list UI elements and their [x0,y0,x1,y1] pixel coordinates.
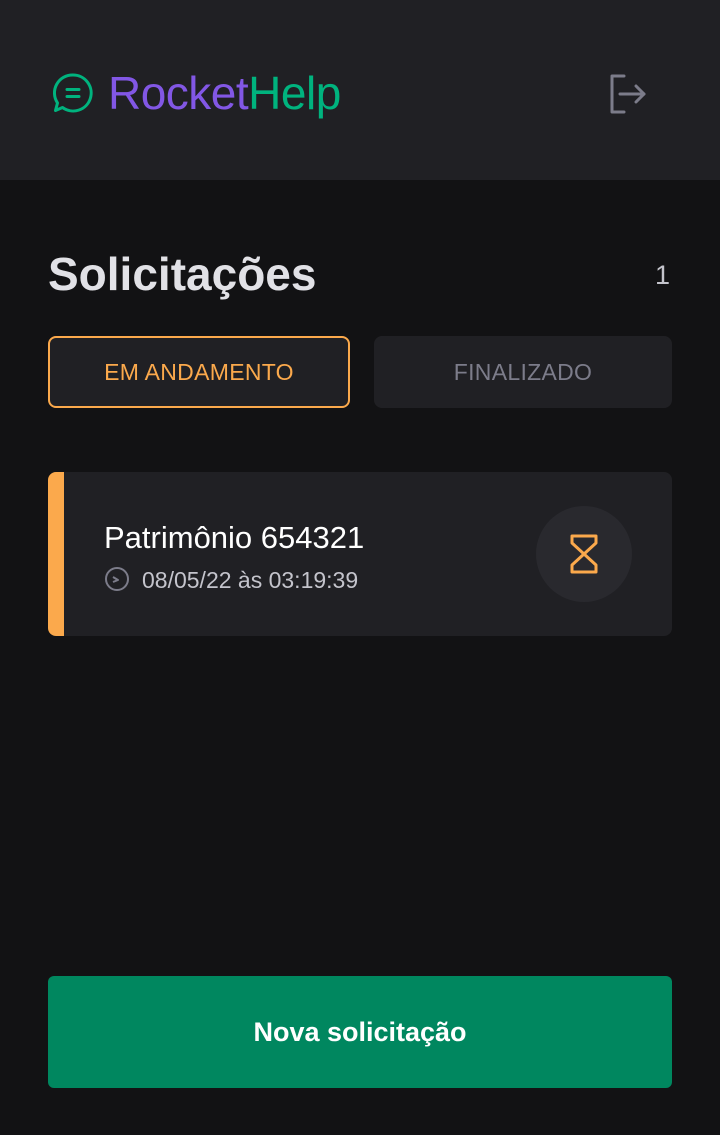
orders-count: 1 [654,260,670,290]
order-card[interactable]: Patrimônio 654321 08/05/22 às 03:19:39 [48,472,672,636]
logo: RocketHelp [52,68,341,118]
logo-text-help: Help [248,67,341,119]
app-header: RocketHelp [0,0,720,180]
logout-button[interactable] [600,70,652,118]
order-status-stripe [48,472,64,636]
app-screen: RocketHelp Solicitações 1 EM ANDAMENTO F… [0,0,720,1135]
logo-text-rocket: Rocket [108,67,249,119]
clock-icon [105,567,129,591]
filter-closed-label: FINALIZADO [453,358,593,385]
filter-closed-button[interactable]: FINALIZADO [374,336,672,408]
hourglass-icon [570,534,598,574]
chat-bubble-icon [52,73,93,113]
logo-text: RocketHelp [108,68,341,118]
order-title: Patrimônio 654321 [104,520,365,555]
order-date: 08/05/22 às 03:19:39 [142,567,359,593]
filter-open-button[interactable]: EM ANDAMENTO [48,336,350,408]
order-status-badge [536,506,632,602]
page-title: Solicitações [48,248,317,300]
new-request-button[interactable]: Nova solicitação [48,976,672,1088]
filter-open-label: EM ANDAMENTO [104,358,294,385]
sign-out-icon [610,74,646,114]
